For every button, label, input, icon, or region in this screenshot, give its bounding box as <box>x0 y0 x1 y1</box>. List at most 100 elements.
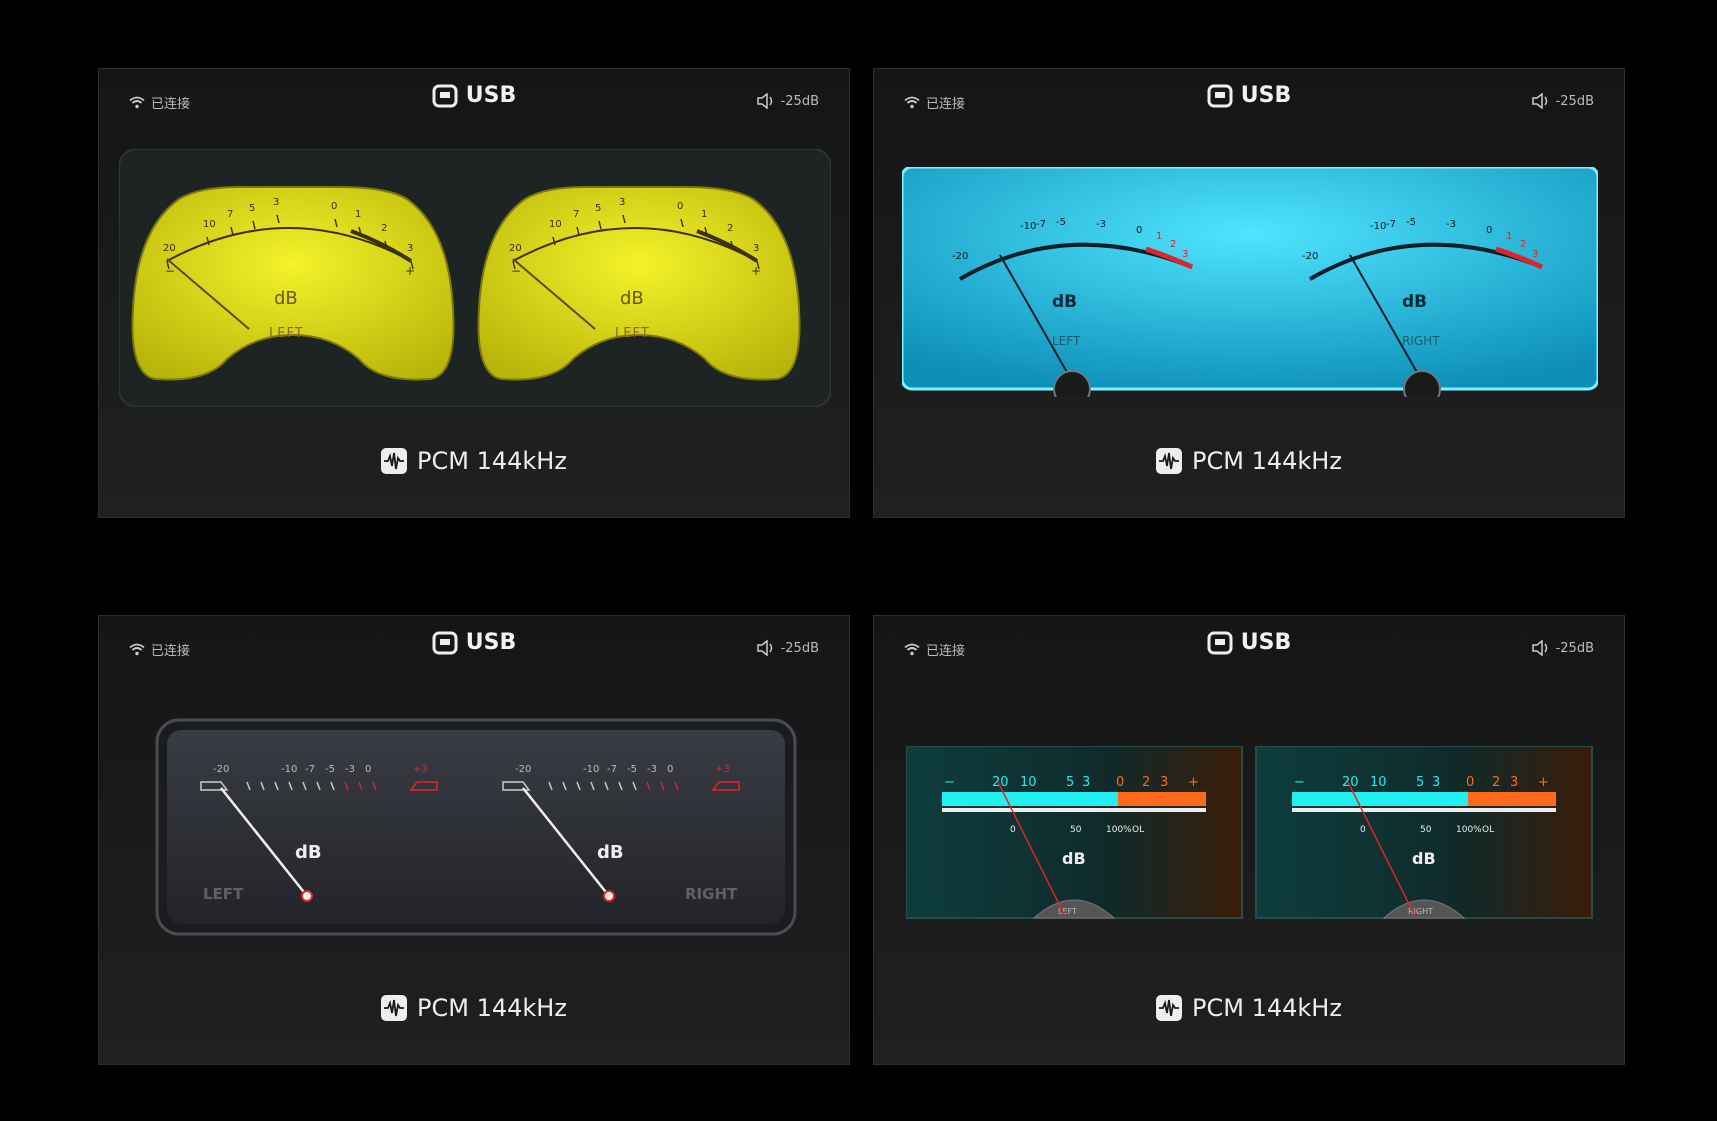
usb-icon <box>432 631 458 654</box>
source-label: USB <box>1240 83 1292 108</box>
scale-tick-label: 1 <box>701 209 707 220</box>
scale-tick-label: 3 <box>753 243 759 254</box>
volume-label: -25dB <box>780 93 819 109</box>
scale-tick-label: +3 <box>413 764 428 775</box>
source-label: USB <box>1240 630 1292 655</box>
status-bar: 已连接 USB -25dB <box>99 69 849 137</box>
format-indicator: PCM 144kHz <box>99 994 849 1022</box>
teal-meter-right: −20 10 5 3 0 2 3 +0 50 100% OLdBRIGHT <box>1255 745 1593 919</box>
scale-tick-label: − <box>944 775 955 790</box>
blue-meter-svg: -20-10 -7 -5 -30123dBLEFT -20-10 -7 -5 -30123d… <box>900 165 1600 408</box>
speaker-icon <box>756 640 772 656</box>
scale-tick-label: + <box>1538 775 1549 790</box>
volume-label: -25dB <box>1555 93 1594 109</box>
needle-pivot <box>301 890 313 902</box>
status-bar: 已连接 USB -25dB <box>874 69 1624 137</box>
needle-pivot <box>1403 370 1441 408</box>
scale-tick-label: -20 <box>213 764 229 775</box>
usb-icon <box>1207 631 1233 654</box>
format-label: PCM 144kHz <box>1192 447 1342 475</box>
speaker-icon <box>1531 93 1547 109</box>
scale-tick-label: 1 <box>355 209 361 220</box>
meter-unit-label: dB <box>620 288 644 309</box>
scale-tick-label: -3 <box>1096 219 1106 230</box>
source-label: USB <box>465 83 517 108</box>
meter-unit-label: dB <box>1412 849 1436 868</box>
scale-tick-label: 2 <box>1520 239 1526 250</box>
scale-tick-label: +3 <box>715 764 730 775</box>
scale-tick-label: 0 <box>1486 225 1492 236</box>
usb-icon <box>432 84 458 107</box>
scale-tick-label: 3 <box>1510 775 1518 790</box>
scale-tick-label: 2 <box>1142 775 1150 790</box>
scale-tick-label: 0 <box>1136 225 1142 236</box>
channel-label: RIGHT <box>1402 334 1440 348</box>
right-channel-label: RIGHT <box>685 885 738 903</box>
scale-tick-label: 3 <box>1082 775 1090 790</box>
scale-tick-label: -5 <box>1406 217 1416 228</box>
source-indicator: USB <box>99 83 849 108</box>
scale-bottom-label: 50 <box>1420 825 1432 835</box>
speaker-icon <box>1531 640 1547 656</box>
volume-status: -25dB <box>1531 640 1594 656</box>
scale-tick-label: -7 <box>1386 219 1396 230</box>
scale-end-minus: − <box>165 264 175 278</box>
format-indicator: PCM 144kHz <box>874 994 1624 1022</box>
scale-tick-label: 0 <box>677 201 683 212</box>
scale-bar-normal <box>1292 792 1468 806</box>
waveform-icon <box>381 448 408 474</box>
format-label: PCM 144kHz <box>1192 994 1342 1022</box>
scale-bottom-label: 0 <box>1360 825 1366 835</box>
vu-panel-teal: 已连接 USB -25dB −20 10 5 3 0 2 3 +0 50 100% OL dB LEFT… <box>873 615 1625 1065</box>
scale-tick-label: 10 <box>1370 775 1387 790</box>
scale-tick-label: -3 <box>1446 219 1456 230</box>
scale-bottom-label: OL <box>1132 825 1144 835</box>
format-indicator: PCM 144kHz <box>99 447 849 475</box>
scale-tick-label: -7 <box>1036 219 1046 230</box>
needle-pivot <box>1053 370 1091 408</box>
scale-tick-label: 5 <box>249 203 255 214</box>
volume-label: -25dB <box>1555 640 1594 656</box>
vu-panel-yellow: 已连接 USB -25dB 20 10 7 5 3 0 1 2 3− + dB LEFT 20 10 7 5… <box>98 68 850 518</box>
scale-tick-label: − <box>1294 775 1305 790</box>
scale-bottom-label: 50 <box>1070 825 1082 835</box>
channel-label: LEFT <box>1052 334 1081 348</box>
format-label: PCM 144kHz <box>417 447 567 475</box>
scale-tick-label: -20 <box>1302 251 1318 262</box>
volume-label: -25dB <box>780 640 819 656</box>
source-indicator: USB <box>99 630 849 655</box>
scale-tick-label: -5 <box>1056 217 1066 228</box>
format-indicator: PCM 144kHz <box>874 447 1624 475</box>
format-label: PCM 144kHz <box>417 994 567 1022</box>
scale-end-plus: + <box>751 264 761 278</box>
scale-tick-label: 3 <box>619 197 625 208</box>
scale-bottom-label: 100% <box>1106 825 1132 835</box>
blue-vu-meters: -20 -10 -7 -5 -3 0 1 2 3 dB LEFT -20 -10 -7 -5 -3 0 1 2 3 d… <box>900 165 1600 408</box>
speaker-icon <box>756 93 772 109</box>
scale-bar-base <box>1292 808 1556 812</box>
scale-tick-label: -10 <box>281 764 297 775</box>
scale-tick-label: -7 <box>607 764 617 775</box>
scale-tick-label: 20 <box>509 243 522 254</box>
scale-tick-label: 3 <box>1160 775 1168 790</box>
volume-status: -25dB <box>1531 93 1594 109</box>
scale-tick-label: 5 <box>595 203 601 214</box>
scale-tick-label: -5 <box>627 764 637 775</box>
scale-tick-label: -20 <box>952 251 968 262</box>
waveform-icon <box>1156 995 1183 1021</box>
scale-bottom-label: OL <box>1482 825 1494 835</box>
scale-tick-label: 10 <box>549 219 562 230</box>
scale-tick-label: 3 <box>1432 775 1440 790</box>
scale-tick-label: 2 <box>381 223 387 234</box>
scale-end-minus: − <box>511 264 521 278</box>
scale-tick-label: 2 <box>1170 239 1176 250</box>
teal-meter-svg: −20 10 5 3 0 2 3 +0 50 100% OLdBLEFT −20 10 5 3 0 2 3 +0 5… <box>905 745 1593 919</box>
scale-tick-label: 0 <box>331 201 337 212</box>
scale-bar-base <box>942 808 1206 812</box>
scale-bottom-label: 0 <box>1010 825 1016 835</box>
scale-tick-label: -3 <box>345 764 355 775</box>
meter-unit-label: dB <box>295 842 322 863</box>
scale-tick-label: + <box>1188 775 1199 790</box>
scale-tick-label: 0 <box>365 764 371 775</box>
scale-tick-label: -7 <box>305 764 315 775</box>
